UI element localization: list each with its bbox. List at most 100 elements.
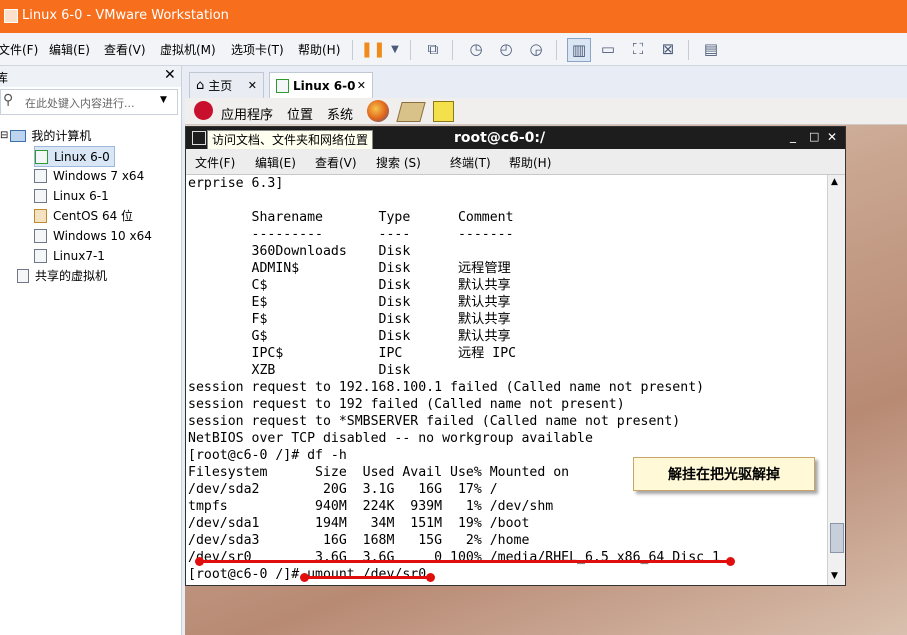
library-header: 库 ✕ [0, 66, 181, 87]
close-icon[interactable]: ✕ [164, 67, 176, 83]
tree-item-linux7-1[interactable]: Linux7-1 [34, 246, 105, 265]
snapshot-revert-icon[interactable]: ◴ [495, 38, 517, 60]
tab-linux-6-0[interactable]: Linux 6-0 ✕ [269, 72, 373, 98]
terminal-menubar: 文件(F) 编辑(E) 查看(V) 搜索 (S) 终端(T) 帮助(H) [186, 149, 845, 175]
terminal-window[interactable]: root@c6-0:/ _ □ ✕ 访问文档、文件夹和网络位置 文件(F) 编辑… [185, 126, 846, 586]
terminal-line: Filesystem Size Used Avail Use% Mounted … [188, 465, 570, 480]
terminal-line: tmpfs 940M 224K 939M 1% /dev/shm [188, 499, 554, 514]
terminal-line: Sharename Type Comment [188, 210, 514, 225]
tree-item-windows-10[interactable]: Windows 10 x64 [34, 226, 152, 245]
show-library-icon[interactable]: ▥ [567, 38, 591, 62]
tree-shared-label: 共享的虚拟机 [35, 269, 108, 283]
tab-home[interactable]: ⌂ 主页 ✕ [189, 72, 264, 98]
annotation-dot [426, 573, 435, 582]
panel-system[interactable]: 系统 [327, 104, 353, 123]
menu-file[interactable]: 文件(F) [0, 41, 38, 58]
terminal-line: [root@c6-0 /]# df -h [188, 448, 347, 463]
vm-icon [34, 188, 47, 203]
annotation-dot [195, 557, 204, 566]
minimize-icon[interactable]: _ [790, 129, 796, 143]
terminal-line: IPC$ IPC 远程 IPC [188, 346, 517, 361]
tree-item-label: Linux 6-0 [54, 149, 110, 164]
term-menu-help[interactable]: 帮助(H) [509, 154, 551, 171]
tab-label: 主页 [208, 79, 233, 93]
mail-client-icon[interactable] [396, 102, 426, 122]
home-icon: ⌂ [196, 78, 205, 93]
vm-icon [34, 248, 47, 263]
scrollbar-thumb[interactable] [830, 523, 844, 553]
terminal-line: G$ Disk 默认共享 [188, 329, 511, 344]
menu-view[interactable]: 查看(V) [104, 41, 146, 58]
menu-edit[interactable]: 编辑(E) [49, 41, 90, 58]
terminal-line: session request to 192 failed (Called na… [188, 397, 625, 412]
menu-tabs[interactable]: 选项卡(T) [231, 41, 284, 58]
annotation-underline-umount [303, 576, 431, 579]
scroll-up-icon[interactable]: ▲ [831, 177, 838, 187]
scroll-down-icon[interactable]: ▼ [831, 571, 838, 581]
shared-vm-icon [17, 268, 29, 283]
vm-running-icon [276, 78, 289, 93]
term-menu-edit[interactable]: 编辑(E) [255, 154, 296, 171]
thumbnail-bar-icon[interactable]: ▭ [597, 38, 619, 60]
tree-item-label: Windows 7 x64 [53, 168, 145, 183]
terminal-line: session request to *SMBSERVER failed (Ca… [188, 414, 681, 429]
vm-icon [34, 168, 47, 183]
tree-item-linux-6-1[interactable]: Linux 6-1 [34, 186, 109, 205]
menu-vm[interactable]: 虚拟机(M) [160, 41, 216, 58]
terminal-line: /dev/sda1 194M 34M 151M 19% /boot [188, 516, 530, 531]
tree-shared-vms[interactable]: 共享的虚拟机 [17, 266, 107, 285]
places-tooltip: 访问文档、文件夹和网络位置 [207, 130, 374, 150]
terminal-line: /dev/sr0 3.6G 3.6G 0 100% /media/RHEL_6.… [188, 550, 720, 565]
gnome-top-panel: 应用程序 位置 系统 [185, 98, 907, 125]
terminal-line: ADMIN$ Disk 远程管理 [188, 261, 511, 276]
term-menu-search[interactable]: 搜索 (S) [376, 154, 421, 171]
terminal-title: root@c6-0:/ [454, 130, 546, 146]
annotation-dot [300, 573, 309, 582]
tree-item-centos[interactable]: CentOS 64 位 [34, 206, 133, 225]
tree-item-label: Linux7-1 [53, 248, 105, 263]
snapshot-manager-icon[interactable]: ◶ [525, 38, 547, 60]
tree-root-my-computer[interactable]: ⊟ 我的计算机 [0, 126, 91, 145]
tree-item-windows-7[interactable]: Windows 7 x64 [34, 166, 144, 185]
computer-icon [10, 129, 27, 142]
pause-icon[interactable]: ❚❚ [360, 38, 385, 60]
close-icon[interactable]: ✕ [357, 79, 366, 92]
terminal-line: XZB Disk [188, 363, 411, 378]
library-title: 库 [0, 71, 9, 85]
send-ctrl-alt-del-icon[interactable]: ⧉ [422, 38, 444, 60]
fullscreen-icon[interactable]: ⛶ [627, 38, 649, 60]
console-view-icon[interactable]: ▤ [700, 38, 722, 60]
annotation-dot [726, 557, 735, 566]
tree-item-linux-6-0[interactable]: Linux 6-0 [34, 146, 115, 167]
terminal-line: NetBIOS over TCP disabled -- no workgrou… [188, 431, 593, 446]
tree-item-label: CentOS 64 位 [53, 209, 134, 223]
terminal-scrollbar[interactable]: ▲ ▼ [827, 175, 845, 585]
term-menu-file[interactable]: 文件(F) [195, 154, 235, 171]
terminal-icon [192, 131, 206, 145]
vm-icon [34, 228, 47, 243]
annotation-underline-sr0 [198, 560, 731, 563]
terminal-output[interactable]: erprise 6.3] Sharename Type Comment ----… [186, 175, 826, 585]
term-menu-terminal[interactable]: 终端(T) [450, 154, 491, 171]
window-title: Linux 6-0 - VMware Workstation [22, 8, 229, 23]
close-icon[interactable]: ✕ [827, 130, 837, 144]
library-search-input[interactable]: ⚲ 在此处键入内容进行... ▼ [0, 89, 178, 115]
terminal-line: /dev/sda3 16G 168M 15G 2% /home [188, 533, 530, 548]
panel-applications[interactable]: 应用程序 [221, 104, 273, 123]
firefox-icon[interactable] [367, 100, 389, 122]
terminal-line: --------- ---- ------- [188, 227, 514, 242]
chevron-down-icon[interactable]: ▼ [160, 95, 167, 105]
chevron-down-icon[interactable]: ▼ [384, 38, 406, 60]
maximize-icon[interactable]: □ [809, 130, 819, 143]
tab-strip: ⌂ 主页 ✕ Linux 6-0 ✕ [185, 70, 907, 98]
close-icon[interactable]: ✕ [248, 79, 257, 92]
panel-places[interactable]: 位置 [287, 104, 313, 123]
unity-icon[interactable]: ⊠ [657, 38, 679, 60]
window-titlebar: Linux 6-0 - VMware Workstation [0, 0, 907, 33]
search-placeholder: 在此处键入内容进行... [25, 97, 135, 110]
snapshot-take-icon[interactable]: ◷ [465, 38, 487, 60]
menu-help[interactable]: 帮助(H) [298, 41, 340, 58]
terminal-line: /dev/sda2 20G 3.1G 16G 17% / [188, 482, 498, 497]
notes-editor-icon[interactable] [433, 101, 454, 122]
term-menu-view[interactable]: 查看(V) [315, 154, 357, 171]
